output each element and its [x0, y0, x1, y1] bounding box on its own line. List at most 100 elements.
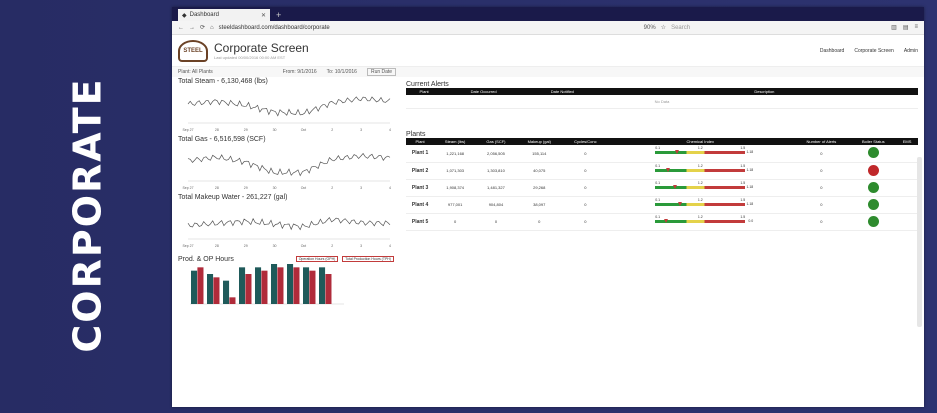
- plants-col-header[interactable]: Chemical Index: [608, 138, 793, 145]
- url-field[interactable]: steeldashboard.com/dashboard/corporate: [219, 25, 599, 31]
- nav-corporate[interactable]: Corporate Screen: [854, 48, 893, 54]
- browser-tab[interactable]: ◆ Dashboard ✕: [178, 9, 270, 21]
- x-tick-label: 4: [389, 186, 391, 190]
- alerts-col-header[interactable]: Description: [610, 88, 918, 95]
- alerts-count: 0: [792, 213, 851, 231]
- steam-chart-title: Total Steam - 6,130,468 (lbs): [178, 78, 268, 85]
- chemical-index-gauge: 0.1 1.2 1.5 1.18: [608, 162, 793, 180]
- alerts-col-header[interactable]: Date Occurred: [442, 88, 525, 95]
- boiler-status: [850, 196, 897, 214]
- gas-value: 1,303,810: [476, 162, 516, 180]
- x-tick-label: 2: [331, 186, 333, 190]
- charts-column: Total Steam - 6,130,468 (lbs) Sep 27 28 29…: [172, 77, 400, 407]
- page-scrollbar[interactable]: [917, 157, 922, 327]
- chemical-index-gauge: 0.1 1.2 1.5 1.18: [608, 145, 793, 163]
- water-chart: Sep 27 28 29 30 Oct 2 3 4: [182, 216, 391, 248]
- alerts-col-header[interactable]: Date Notified: [524, 88, 600, 95]
- gauge: 0.1 1.2 1.5 1.18: [655, 164, 753, 177]
- plants-col-header[interactable]: EMS: [896, 138, 918, 145]
- library-icon[interactable]: ▥: [891, 24, 897, 31]
- bar: [223, 280, 230, 304]
- gauge-tick-label: 0.1: [655, 214, 661, 219]
- makeup-value: 40,075: [515, 162, 563, 180]
- app-header: STEEL Corporate Screen Last updated 00/0…: [172, 35, 924, 67]
- gas-value: 2,056,505: [476, 145, 516, 163]
- status-indicator-icon: [867, 147, 879, 159]
- cycles-value: 0: [562, 145, 609, 163]
- table-row[interactable]: Plant 4 977,001 904,804 38,097 0 0.1 1.2 1.5 1.1…: [406, 196, 918, 214]
- bookmark-icon[interactable]: ☆: [661, 24, 666, 31]
- gauge-value: 1.18: [746, 167, 754, 172]
- steam-value: 1,071,303: [434, 162, 477, 180]
- plants-col-header[interactable]: Makeup (gal): [515, 138, 563, 145]
- status-indicator-icon: [867, 164, 879, 176]
- alerts-col-header[interactable]: Plant: [406, 88, 443, 95]
- gauge: 0.1 1.2 1.5 1.18: [655, 181, 753, 194]
- plants-title: Plants: [406, 131, 426, 138]
- chemical-index-gauge: 0.1 1.2 1.5 0.0: [608, 213, 793, 231]
- zoom-level[interactable]: 90%: [644, 25, 656, 31]
- nav-dashboard[interactable]: Dashboard: [820, 48, 844, 54]
- gauge-tick-label: 1.5: [740, 214, 746, 219]
- sidebar-icon[interactable]: ▤: [903, 24, 909, 31]
- status-indicator-icon: [867, 198, 879, 210]
- bar: [207, 274, 214, 304]
- plants-col-header[interactable]: Steam (lbs): [434, 138, 477, 145]
- run-button[interactable]: Run Date: [366, 68, 397, 76]
- steam-value: 977,001: [434, 196, 477, 214]
- plants-col-header[interactable]: Cycles/Conc: [562, 138, 609, 145]
- back-icon[interactable]: ←: [178, 25, 184, 31]
- bar: [303, 267, 310, 304]
- plants-col-header[interactable]: Plant: [406, 138, 435, 145]
- plants-table: Plant Steam (lbs) Gas (SCF) Makeup (gal) Cyc…: [406, 138, 918, 231]
- search-input[interactable]: Search: [671, 25, 791, 31]
- prod-chart: [190, 264, 344, 305]
- close-tab-icon[interactable]: ✕: [261, 12, 266, 19]
- forward-icon[interactable]: →: [189, 25, 195, 31]
- nav-admin[interactable]: Admin: [904, 48, 918, 54]
- bar: [325, 274, 332, 304]
- table-row[interactable]: Plant 3 1,908,374 1,481,327 29,268 0 0.1 1.2 1.…: [406, 179, 918, 197]
- from-date[interactable]: From: 9/1/2016: [283, 69, 317, 75]
- plants-col-header[interactable]: Boiler Status: [850, 138, 897, 145]
- alerts-col-header[interactable]: [599, 88, 611, 95]
- makeup-value: 155,114: [515, 145, 563, 163]
- legend-oph[interactable]: Operation Hours (OPH): [295, 256, 339, 262]
- x-tick-label: 3: [360, 186, 362, 190]
- gauge-pointer: [677, 201, 682, 206]
- chemical-index-gauge: 0.1 1.2 1.5 1.18: [608, 179, 793, 197]
- status-indicator-icon: [867, 215, 879, 227]
- gas-value: 904,804: [476, 196, 516, 214]
- gauge: 0.1 1.2 1.5 1.18: [655, 198, 753, 211]
- menu-icon[interactable]: ≡: [914, 24, 918, 31]
- x-tick-label: 28: [215, 128, 219, 132]
- steam-value: 1,221,168: [434, 145, 477, 163]
- steam-value: 0: [434, 213, 477, 231]
- table-row[interactable]: Plant 2 1,071,303 1,303,810 40,075 0 0.1 1.2 1.…: [406, 162, 918, 180]
- bar: [255, 267, 262, 304]
- table-row[interactable]: Plant 5 0 0 0 0 0.1 1.2 1.5 0.0 0: [406, 213, 918, 231]
- address-bar: ← → ⟳ ⌂ steeldashboard.com/dashboard/cor…: [172, 21, 924, 35]
- legend-tph[interactable]: Total Production Hours (TPH): [342, 256, 394, 262]
- cycles-value: 0: [562, 213, 609, 231]
- side-label: CORPORATE: [66, 77, 110, 353]
- plants-col-header[interactable]: Number of Alerts: [792, 138, 851, 145]
- reload-icon[interactable]: ⟳: [200, 24, 205, 31]
- boiler-status: [850, 145, 897, 163]
- gauge-ticks: 0.1 1.2 1.5: [655, 146, 745, 150]
- to-date[interactable]: To: 10/1/2016: [327, 69, 357, 75]
- plant-filter[interactable]: Plant: All Plants: [178, 69, 213, 75]
- bar: [197, 267, 204, 304]
- cycles-value: 0: [562, 179, 609, 197]
- new-tab-icon[interactable]: +: [276, 9, 281, 21]
- plants-col-header[interactable]: Gas (SCF): [476, 138, 516, 145]
- home-icon[interactable]: ⌂: [210, 25, 214, 31]
- gauge-tick-label: 0.1: [655, 146, 661, 151]
- gauge-bar: [655, 219, 746, 223]
- x-tick-label: 3: [360, 128, 362, 132]
- plant-name: Plant 4: [406, 196, 435, 214]
- cycles-value: 0: [562, 196, 609, 214]
- x-tick-label: 2: [331, 244, 333, 248]
- gauge-tick-label: 1.2: [697, 214, 703, 219]
- table-row[interactable]: Plant 1 1,221,168 2,056,505 155,114 0 0.1 1.2 1…: [406, 145, 918, 163]
